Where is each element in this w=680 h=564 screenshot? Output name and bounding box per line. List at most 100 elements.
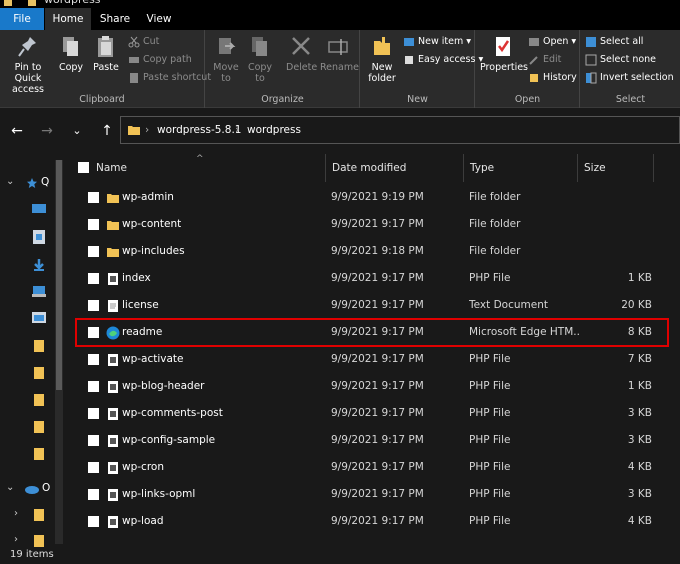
properties-button[interactable]: Properties [480,34,529,73]
table-row[interactable]: wp-blog-header 9/9/2021 9:17 PM PHP File 1 … [76,373,668,400]
history-button[interactable]: History [528,70,577,86]
new-folder-icon [374,37,390,55]
select-none-icon [585,54,597,65]
file-size: 3 KB [627,407,652,419]
sort-ascending-icon: ^ [196,154,204,164]
copy-button[interactable]: Copy [58,34,84,73]
paste-shortcut-label: Paste shortcut [143,72,212,83]
folder-icon [106,217,120,231]
new-folder-button[interactable]: New folder [365,34,399,84]
table-row[interactable]: wp-cron 9/9/2021 9:17 PM PHP File 4 KB [76,454,668,481]
table-row[interactable]: index 9/9/2021 9:17 PM PHP File 1 KB [76,265,668,292]
paste-shortcut-button[interactable]: Paste shortcut [128,70,211,86]
expand-arrow-icon-2[interactable]: › [14,534,18,545]
row-checkbox[interactable] [88,327,99,338]
file-type: Text Document [469,299,548,311]
column-header-type[interactable]: Type [464,154,578,182]
nav-folder-icon-3[interactable] [34,394,44,406]
expand-arrow-icon[interactable]: › [14,508,18,519]
column-headers: Name ^ Date modified Type Size [66,154,680,182]
table-row[interactable]: readme 9/9/2021 9:17 PM Microsoft Edge HTM… [75,318,669,347]
table-row[interactable]: wp-load 9/9/2021 9:17 PM PHP File 4 KB [76,508,668,535]
pictures-icon[interactable] [32,312,46,324]
cut-label: Cut [143,36,160,47]
column-name-label: Name [96,162,127,174]
tab-file[interactable]: File [0,8,44,30]
move-to-button[interactable]: Move to [212,34,240,84]
nav-folder-icon-4[interactable] [34,421,44,433]
row-checkbox[interactable] [88,273,99,284]
open-button[interactable]: Open ▾ [528,34,576,50]
cut-button[interactable]: Cut [128,34,159,50]
select-group: Select all Select none Invert selection … [581,30,680,108]
select-none-button[interactable]: Select none [585,52,656,68]
tab-home[interactable]: Home [45,8,91,30]
copy-path-button[interactable]: Copy path [128,52,192,68]
file-date: 9/9/2021 9:17 PM [331,488,424,500]
row-checkbox[interactable] [88,381,99,392]
scissors-icon [128,36,140,47]
chevron-down-icon: ⌄ [72,124,82,137]
expand-chevron-icon[interactable]: ⌄ [6,176,14,187]
recent-locations-button[interactable]: ⌄ [68,122,86,140]
pin-label: Pin to Quick access [11,62,44,95]
row-checkbox[interactable] [88,489,99,500]
back-button[interactable]: ← [8,122,26,140]
column-header-size[interactable]: Size [578,154,654,182]
up-button[interactable]: ↑ [98,122,116,140]
forward-button[interactable]: → [38,122,56,140]
downloads-icon[interactable] [33,258,45,272]
quick-access-folder-icon[interactable] [4,0,12,6]
new-item-button[interactable]: New item ▾ [403,34,471,50]
breadcrumb-wordpress-5-8-1[interactable]: wordpress-5.8.1 [157,124,241,136]
desktop-icon[interactable] [32,204,46,216]
table-row[interactable]: wp-content 9/9/2021 9:17 PM File folder [76,211,668,238]
copy-to-button[interactable]: Copy to [246,34,274,84]
table-row[interactable]: wp-links-opml 9/9/2021 9:17 PM PHP File 3 K… [76,481,668,508]
table-row[interactable]: wp-activate 9/9/2021 9:17 PM PHP File 7 KB [76,346,668,373]
nav-folder-icon-5[interactable] [34,448,44,460]
row-checkbox[interactable] [88,219,99,230]
table-row[interactable]: wp-comments-post 9/9/2021 9:17 PM PHP File… [76,400,668,427]
row-checkbox[interactable] [88,354,99,365]
paste-button[interactable]: Paste [92,34,120,73]
row-checkbox[interactable] [88,516,99,527]
nav-folder-icon-2[interactable] [34,367,44,379]
nav-scrollbar-thumb[interactable] [56,160,62,390]
documents-icon[interactable] [33,230,45,244]
row-checkbox[interactable] [88,462,99,473]
table-row[interactable]: license 9/9/2021 9:17 PM Text Document 20 K… [76,292,668,319]
rename-button[interactable]: Rename [320,34,359,73]
address-field[interactable]: › wordpress-5.8.1 › wordpress [120,116,680,144]
row-checkbox[interactable] [88,300,99,311]
tab-share[interactable]: Share [93,8,137,30]
file-date: 9/9/2021 9:19 PM [331,191,424,203]
table-row[interactable]: wp-config-sample 9/9/2021 9:17 PM PHP File… [76,427,668,454]
clipboard-group-label: Clipboard [79,94,125,105]
tab-view[interactable]: View [139,8,179,30]
easy-access-button[interactable]: Easy access ▾ [403,52,483,68]
column-header-date[interactable]: Date modified [326,154,464,182]
edge-icon [106,325,120,340]
properties-label: Properties [480,62,529,73]
quick-access-folder-icon-2[interactable] [28,0,36,6]
expand-chevron-icon-2[interactable]: ⌄ [6,482,14,493]
invert-selection-icon [586,72,597,83]
nav-folder-icon-1[interactable] [34,340,44,352]
table-row[interactable]: wp-admin 9/9/2021 9:19 PM File folder [76,184,668,211]
table-row[interactable]: wp-includes 9/9/2021 9:18 PM File folder [76,238,668,265]
select-all-checkbox[interactable] [78,162,89,173]
select-all-button[interactable]: Select all [585,34,643,50]
pc-icon[interactable] [32,284,46,298]
pin-to-quick-access-button[interactable]: Pin to Quick access [2,34,54,95]
row-checkbox[interactable] [88,192,99,203]
edit-button[interactable]: Edit [528,52,561,68]
breadcrumb-wordpress[interactable]: wordpress [247,124,301,136]
nav-pane-scrollbar[interactable] [55,160,63,544]
row-checkbox[interactable] [88,408,99,419]
row-checkbox[interactable] [88,246,99,257]
column-header-name[interactable]: Name ^ [66,154,326,182]
delete-button[interactable]: Delete [286,34,317,73]
invert-selection-button[interactable]: Invert selection [585,70,674,86]
row-checkbox[interactable] [88,435,99,446]
